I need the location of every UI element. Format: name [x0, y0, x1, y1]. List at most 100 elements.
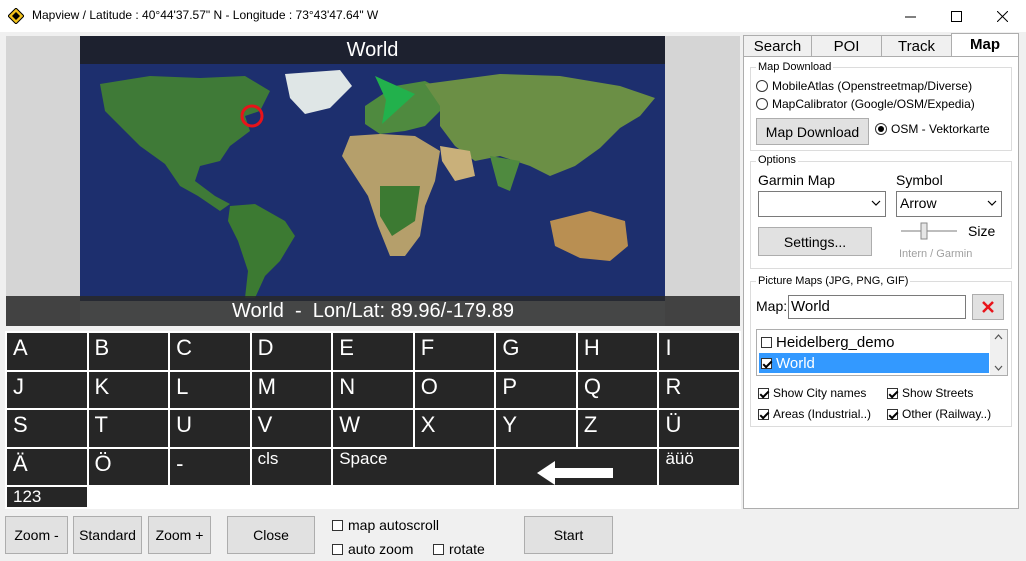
delete-icon	[982, 301, 994, 313]
auto-zoom-box[interactable]	[332, 543, 343, 555]
key-space[interactable]: Space	[333, 448, 495, 485]
key-s[interactable]: S	[7, 410, 87, 447]
size-label: Size	[968, 223, 996, 239]
key-o[interactable]: O	[414, 371, 495, 408]
world-map[interactable]	[80, 36, 665, 326]
auto-zoom-label: auto zoom	[348, 541, 414, 557]
map-status: World - Lon/Lat: 89.96/-179.89	[6, 296, 740, 326]
map-name-input[interactable]: World	[788, 295, 966, 319]
auto-zoom-checkbox[interactable]: auto zoom	[332, 541, 413, 557]
start-button[interactable]: Start	[524, 516, 613, 554]
radio-osm-vektorkarte[interactable]: OSM - Vektorkarte	[875, 122, 990, 136]
key-k[interactable]: K	[88, 371, 169, 408]
key-a[interactable]: A	[7, 333, 87, 370]
show-streets-box[interactable]	[887, 387, 898, 399]
close-window-button[interactable]	[979, 0, 1025, 32]
list-scrollbar[interactable]	[990, 330, 1007, 375]
picture-maps-title: Picture Maps (JPG, PNG, GIF)	[756, 275, 911, 287]
scroll-down-icon[interactable]	[994, 365, 1003, 371]
key-w[interactable]: W	[333, 410, 413, 447]
key-a-umlaut[interactable]: Ä	[7, 448, 87, 485]
settings-button[interactable]: Settings...	[758, 227, 872, 256]
key-z[interactable]: Z	[577, 410, 658, 447]
list-item[interactable]: Heidelberg_demo	[759, 332, 989, 352]
radio-osm-vektorkarte-dot[interactable]	[875, 123, 887, 135]
key-h[interactable]: H	[577, 333, 658, 370]
slider-thumb	[920, 222, 928, 240]
tab-search[interactable]: Search	[743, 35, 812, 57]
key-r[interactable]: R	[659, 371, 739, 408]
radio-osm-vektorkarte-label: OSM - Vektorkarte	[891, 122, 990, 136]
map-autoscroll-checkbox[interactable]: map autoscroll	[332, 517, 439, 533]
key-p[interactable]: P	[496, 371, 576, 408]
key-dash[interactable]: -	[170, 448, 250, 485]
key-b[interactable]: B	[88, 333, 169, 370]
radio-mapcalibrator[interactable]: MapCalibrator (Google/OSM/Expedia)	[756, 97, 975, 111]
radio-mapcalibrator-dot[interactable]	[756, 98, 768, 110]
key-q[interactable]: Q	[577, 371, 658, 408]
maximize-button[interactable]	[933, 0, 979, 32]
key-m[interactable]: M	[251, 371, 332, 408]
garmin-map-select[interactable]	[758, 191, 886, 217]
map-view[interactable]: World World - Lon/Lat: 89.96/-179.89	[6, 36, 740, 326]
map-download-title: Map Download	[756, 61, 834, 73]
picture-maps-list[interactable]: Heidelberg_demo World	[756, 329, 1008, 376]
key-j[interactable]: J	[7, 371, 87, 408]
list-item[interactable]: World	[759, 353, 989, 373]
slider-caption: Intern / Garmin	[899, 248, 973, 260]
tab-map[interactable]: Map	[951, 33, 1019, 58]
other-label: Other (Railway..)	[902, 407, 992, 421]
key-t[interactable]: T	[88, 410, 169, 447]
key-numbers[interactable]: 123	[7, 487, 87, 507]
backspace-arrow-icon	[536, 460, 613, 485]
key-backspace[interactable]	[496, 448, 658, 485]
map-title: World	[80, 36, 665, 64]
show-city-names-box[interactable]	[758, 387, 769, 399]
zoom-in-button[interactable]: Zoom +	[148, 516, 211, 554]
tab-track[interactable]: Track	[881, 35, 952, 57]
key-d[interactable]: D	[251, 333, 332, 370]
key-c[interactable]: C	[170, 333, 250, 370]
key-u[interactable]: U	[170, 410, 250, 447]
close-button[interactable]: Close	[227, 516, 315, 554]
key-o-umlaut[interactable]: Ö	[88, 448, 169, 485]
show-city-names-checkbox[interactable]: Show City names	[758, 386, 866, 400]
areas-label: Areas (Industrial..)	[773, 407, 872, 421]
other-box[interactable]	[887, 408, 898, 420]
tab-poi[interactable]: POI	[811, 35, 882, 57]
key-l[interactable]: L	[170, 371, 250, 408]
rotate-checkbox[interactable]: rotate	[433, 541, 485, 557]
key-x[interactable]: X	[414, 410, 495, 447]
areas-checkbox[interactable]: Areas (Industrial..)	[758, 407, 871, 421]
standard-button[interactable]: Standard	[73, 516, 142, 554]
radio-mobileatlas-dot[interactable]	[756, 80, 768, 92]
areas-box[interactable]	[758, 408, 769, 420]
key-special-chars[interactable]: äüö	[659, 448, 739, 485]
other-checkbox[interactable]: Other (Railway..)	[887, 407, 991, 421]
key-i[interactable]: I	[659, 333, 739, 370]
size-slider[interactable]	[899, 221, 959, 241]
map-download-button[interactable]: Map Download	[756, 118, 869, 145]
symbol-select[interactable]: Arrow	[896, 191, 1002, 217]
map-autoscroll-box[interactable]	[332, 519, 343, 531]
world-checkbox[interactable]	[761, 357, 772, 369]
heidelberg-checkbox[interactable]	[761, 336, 772, 348]
title-bar: Mapview / Latitude : 40°44'37.57" N - Lo…	[0, 0, 1026, 32]
scroll-up-icon[interactable]	[994, 334, 1003, 340]
key-n[interactable]: N	[333, 371, 413, 408]
clear-map-button[interactable]	[972, 294, 1004, 320]
key-f[interactable]: F	[414, 333, 495, 370]
radio-mapcalibrator-label: MapCalibrator (Google/OSM/Expedia)	[772, 97, 975, 111]
app-icon	[8, 8, 24, 24]
key-g[interactable]: G	[496, 333, 576, 370]
key-y[interactable]: Y	[496, 410, 576, 447]
zoom-out-button[interactable]: Zoom -	[5, 516, 68, 554]
key-u-umlaut[interactable]: Ü	[659, 410, 739, 447]
show-streets-checkbox[interactable]: Show Streets	[887, 386, 973, 400]
key-e[interactable]: E	[333, 333, 413, 370]
key-v[interactable]: V	[251, 410, 332, 447]
radio-mobileatlas[interactable]: MobileAtlas (Openstreetmap/Diverse)	[756, 79, 972, 93]
minimize-button[interactable]	[887, 0, 933, 32]
key-cls[interactable]: cls	[251, 448, 332, 485]
rotate-box[interactable]	[433, 543, 444, 555]
